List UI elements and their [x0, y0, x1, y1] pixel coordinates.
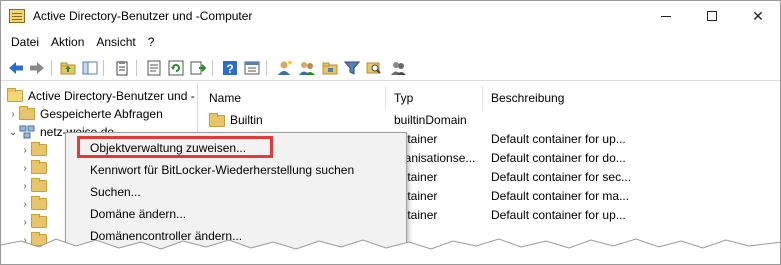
tree-child-folder[interactable]: › — [19, 141, 52, 159]
minimize-icon — [661, 15, 671, 17]
tree-child-folder[interactable]: › — [19, 159, 52, 177]
toolbar: ? — [1, 55, 780, 81]
show-hide-tree-icon[interactable] — [81, 59, 99, 77]
tree-item-label: Gespeicherte Abfragen — [40, 107, 163, 121]
folder-icon — [31, 196, 47, 210]
row-description — [491, 111, 691, 130]
tree-child-folder[interactable]: › — [19, 213, 52, 231]
new-ou-icon[interactable] — [321, 59, 339, 77]
tree-child-folder[interactable]: › — [19, 177, 52, 195]
back-arrow-icon[interactable] — [7, 59, 25, 77]
menu-item-change-dc[interactable]: Domänencontroller ändern... — [90, 225, 242, 247]
folder-icon — [31, 232, 47, 246]
find-icon[interactable] — [365, 59, 383, 77]
folder-icon — [19, 106, 35, 120]
chevron-right-icon[interactable]: › — [19, 145, 31, 156]
highlight-annotation — [77, 136, 273, 158]
tree-root[interactable]: Active Directory-Benutzer und - — [7, 87, 195, 105]
toolbar-separator — [136, 60, 137, 76]
row-type: ontainer — [394, 189, 438, 203]
add-to-group-icon[interactable] — [389, 59, 407, 77]
help-icon[interactable]: ? — [221, 59, 239, 77]
aduc-window: Active Directory-Benutzer und -Computer … — [0, 0, 781, 265]
chevron-right-icon[interactable]: › — [19, 199, 31, 210]
row-description: Default container for do... — [491, 151, 626, 165]
list-header: Name Typ Beschreibung — [201, 86, 780, 110]
filter-icon[interactable] — [343, 59, 361, 77]
domain-icon — [19, 125, 35, 139]
folder-icon — [209, 112, 225, 127]
chevron-right-icon[interactable]: › — [7, 109, 19, 120]
toolbar-separator — [51, 60, 52, 76]
row-name: Builtin — [230, 113, 263, 127]
folder-icon — [31, 160, 47, 174]
toolbar-separator — [266, 60, 267, 76]
chevron-right-icon[interactable]: › — [19, 217, 31, 228]
folder-icon — [31, 214, 47, 228]
title-bar: Active Directory-Benutzer und -Computer … — [1, 1, 780, 31]
export-list-icon[interactable] — [189, 59, 207, 77]
aduc-app-icon — [9, 9, 25, 23]
column-header-type[interactable]: Typ — [386, 86, 483, 110]
row-type: ontainer — [394, 132, 438, 146]
clipboard-icon[interactable] — [113, 59, 131, 77]
chevron-right-icon[interactable]: › — [19, 163, 31, 174]
tree-child-folder[interactable]: › — [19, 195, 52, 213]
menu-datei[interactable]: Datei — [5, 35, 45, 49]
new-user-icon[interactable] — [276, 59, 294, 77]
column-header-name[interactable]: Name — [201, 86, 386, 110]
maximize-icon — [707, 11, 717, 21]
close-icon: ✕ — [752, 7, 764, 24]
menu-help[interactable]: ? — [142, 35, 161, 49]
toolbar-separator — [103, 60, 104, 76]
folder-icon — [31, 142, 47, 156]
row-description: Default container for up... — [491, 208, 626, 222]
menu-item-find[interactable]: Suchen... — [90, 181, 141, 203]
tree-root-label: Active Directory-Benutzer und - — [28, 89, 195, 103]
refresh-icon[interactable] — [167, 59, 185, 77]
close-button[interactable]: ✕ — [735, 1, 780, 31]
maximize-button[interactable] — [689, 1, 735, 31]
row-type: ontainer — [394, 170, 438, 184]
properties-icon[interactable] — [145, 59, 163, 77]
row-type: builtinDomain — [394, 113, 467, 127]
row-name-cell: Builtin — [209, 111, 386, 130]
menu-item-find-bitlocker[interactable]: Kennwort für BitLocker-Wiederherstellung… — [90, 159, 354, 181]
chevron-down-icon[interactable]: ⌄ — [7, 127, 19, 138]
folder-icon — [31, 178, 47, 192]
minimize-button[interactable] — [643, 1, 689, 31]
console-icon[interactable] — [243, 59, 261, 77]
aduc-root-icon — [7, 88, 23, 102]
row-description: Default container for up... — [491, 132, 626, 146]
up-folder-icon[interactable] — [59, 59, 77, 77]
menu-item-change-domain[interactable]: Domäne ändern... — [90, 203, 186, 225]
tree-item-saved-queries[interactable]: › Gespeicherte Abfragen — [7, 105, 163, 123]
row-description: Default container for ma... — [491, 189, 630, 203]
chevron-right-icon[interactable]: › — [19, 181, 31, 192]
tree-child-folder[interactable]: › — [19, 231, 52, 249]
menu-aktion[interactable]: Aktion — [45, 35, 90, 49]
new-group-icon[interactable] — [298, 59, 316, 77]
window-title: Active Directory-Benutzer und -Computer — [33, 9, 253, 23]
table-row[interactable]: Builtin builtinDomain — [201, 111, 780, 130]
forward-arrow-icon[interactable] — [28, 59, 46, 77]
toolbar-separator — [212, 60, 213, 76]
column-header-description[interactable]: Beschreibung — [483, 86, 780, 110]
chevron-right-icon[interactable]: › — [19, 235, 31, 246]
row-type: rganisationse... — [394, 151, 476, 165]
svg-text:?: ? — [226, 62, 233, 76]
menu-ansicht[interactable]: Ansicht — [90, 35, 141, 49]
row-type: ontainer — [394, 208, 438, 222]
row-description: Default container for sec... — [491, 170, 632, 184]
menu-bar: Datei Aktion Ansicht ? — [1, 32, 780, 52]
